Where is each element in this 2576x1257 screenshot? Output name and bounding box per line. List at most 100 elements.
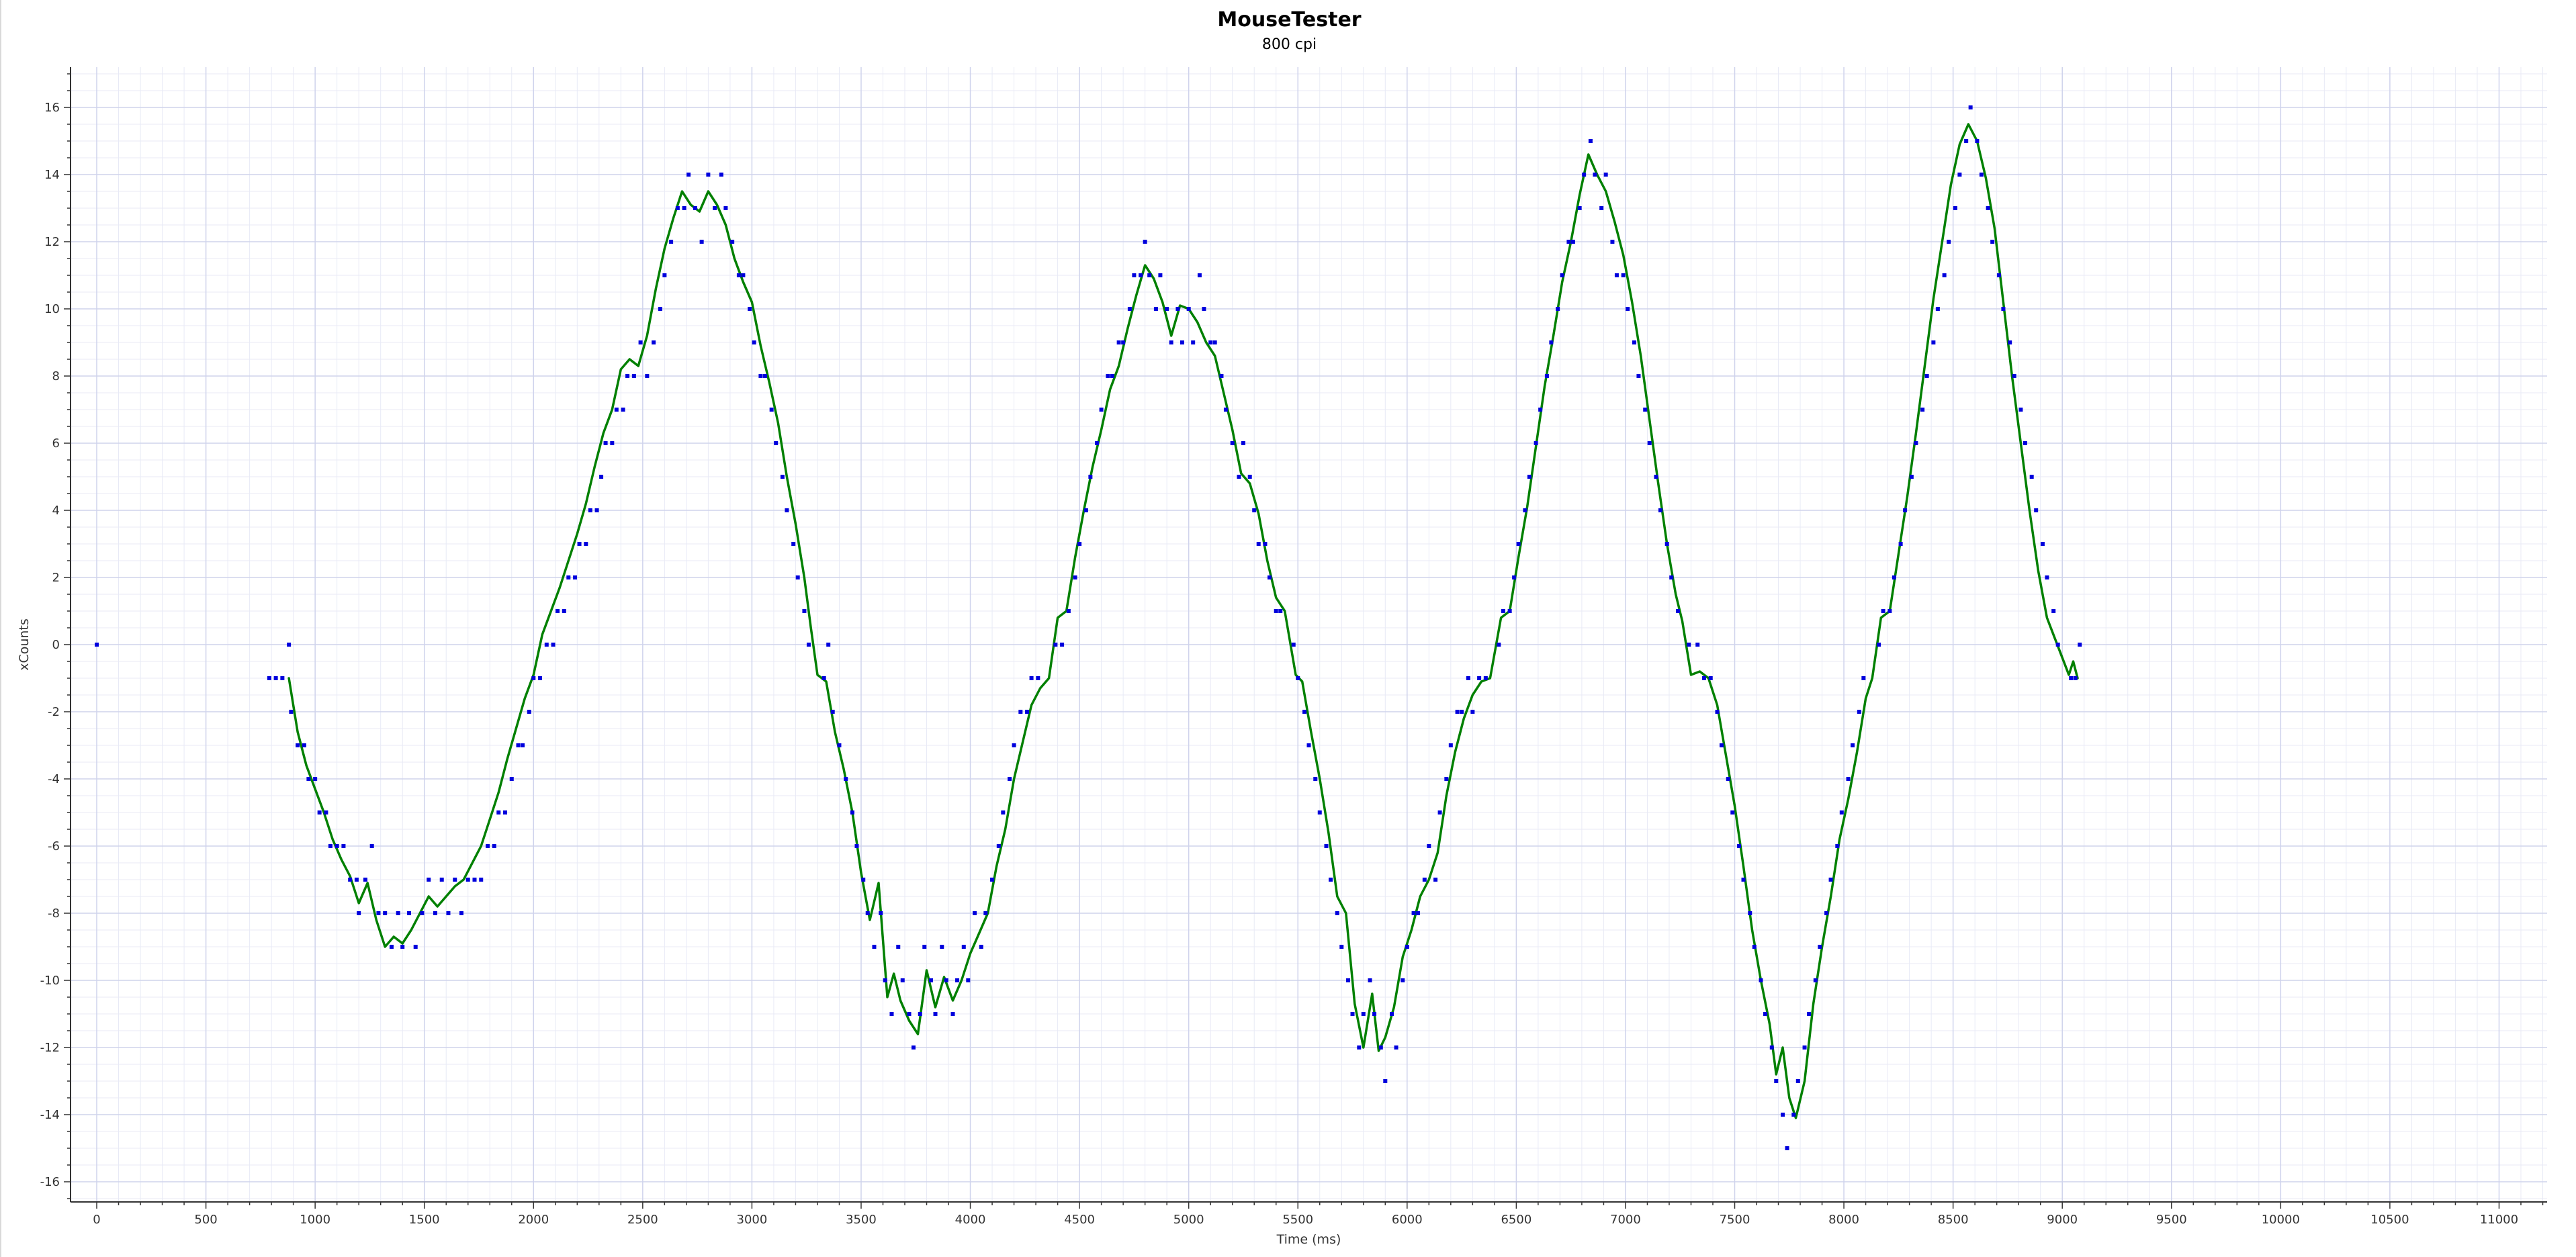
xcounts-point [1920, 408, 1925, 412]
xcounts-point [521, 743, 525, 747]
xcounts-point [1582, 173, 1587, 177]
xcounts-point [940, 945, 944, 949]
xcounts-point [1368, 978, 1372, 982]
x-tick-label: 2000 [518, 1213, 549, 1227]
xcounts-point [465, 878, 470, 882]
xcounts-point [1577, 206, 1582, 210]
xcounts-point [1401, 978, 1405, 982]
xcounts-point [1986, 206, 1990, 210]
xcounts-point [1626, 307, 1630, 311]
xcounts-point [1186, 307, 1191, 311]
xcounts-point [1036, 676, 1040, 680]
xcounts-point [313, 777, 318, 781]
x-tick-label: 9000 [2047, 1213, 2078, 1227]
major-gridlines [71, 67, 2547, 1202]
xcounts-point [769, 408, 774, 412]
xcounts-point [1964, 139, 1969, 143]
xcounts-point [1720, 743, 1724, 747]
xcounts-point [1357, 1045, 1362, 1050]
xcounts-point [675, 206, 680, 210]
xcounts-point [907, 1012, 912, 1016]
y-axis-label: xCounts [17, 618, 32, 671]
xcounts-point [1560, 273, 1564, 277]
xcounts-point [693, 206, 697, 210]
xcounts-point [1339, 945, 1344, 949]
xcounts-point [918, 1012, 922, 1016]
y-tick-label: 6 [52, 436, 60, 451]
xcounts-point [1669, 575, 1674, 579]
xcounts-point [1302, 710, 1306, 714]
xcounts-point [1223, 408, 1228, 412]
xcounts-point [1180, 340, 1184, 344]
xcounts-point [287, 643, 292, 647]
xcounts-point [1570, 240, 1575, 244]
xcounts-point [2069, 676, 2074, 680]
xcounts-point [1025, 710, 1030, 714]
x-tick-label: 4000 [955, 1213, 986, 1227]
xcounts-point [1012, 743, 1016, 747]
x-tick-label: 11000 [2480, 1213, 2518, 1227]
xcounts-point [588, 508, 592, 512]
xcounts-point [652, 340, 656, 344]
scatter-line-plot: 0 500 1000 1500 2000 2500 3000 3500 4000 4500 5000… [17, 67, 2547, 1247]
xcounts-point [1437, 810, 1442, 814]
xcounts-point [1241, 441, 1245, 445]
x-tick-label: 2500 [627, 1213, 658, 1227]
x-tick-label: 9500 [2156, 1213, 2187, 1227]
xcounts-point [699, 240, 704, 244]
y-tick-label: -10 [40, 974, 60, 988]
xcounts-point [472, 878, 477, 882]
y-tick-label: 12 [44, 235, 60, 249]
xcounts-point [1455, 710, 1460, 714]
xcounts-point [396, 911, 400, 915]
xcounts-point [883, 978, 887, 982]
xcounts-point [1313, 777, 1318, 781]
xcounts-point [758, 374, 763, 378]
xcounts-point [573, 575, 578, 579]
xcounts-point [1654, 475, 1658, 479]
xcounts-point [929, 978, 934, 982]
xcounts-point [996, 844, 1001, 848]
xcounts-point [1127, 307, 1132, 311]
xcounts-point [1237, 475, 1241, 479]
xcounts-point [1263, 542, 1268, 546]
xcounts-point [872, 945, 877, 949]
xcounts-point [1394, 1045, 1398, 1050]
xcounts-point [1807, 1012, 1812, 1016]
xcounts-point [594, 508, 599, 512]
xcounts-point [1996, 273, 2001, 277]
xcounts-point [1175, 307, 1180, 311]
xcounts-point [1593, 173, 1597, 177]
xcounts-point [1990, 240, 1995, 244]
xcounts-point [1942, 273, 1947, 277]
xcounts-point [531, 676, 536, 680]
xcounts-point [1979, 173, 1984, 177]
xcounts-point [865, 911, 870, 915]
xcounts-point [317, 810, 322, 814]
xcounts-point [1813, 978, 1818, 982]
xcounts-point [1968, 105, 1973, 109]
xcounts-point [2078, 643, 2082, 647]
xcounts-point [1169, 340, 1173, 344]
xcounts-point [1588, 139, 1593, 143]
y-tick-label: 10 [44, 302, 60, 316]
x-tick-label: 10000 [2262, 1213, 2300, 1227]
xcounts-point [376, 911, 381, 915]
xcounts-point [1887, 609, 1892, 613]
xcounts-point [614, 408, 619, 412]
xcounts-point [1898, 542, 1903, 546]
xcounts-point [1741, 878, 1746, 882]
xcounts-point [1903, 508, 1908, 512]
xcounts-point [1774, 1079, 1779, 1083]
xcounts-point [2023, 441, 2027, 445]
xcounts-point [1390, 1012, 1394, 1016]
xcounts-point [1099, 408, 1104, 412]
xcounts-point [1566, 240, 1571, 244]
xcounts-point [1914, 441, 1918, 445]
xcounts-point [1324, 844, 1329, 848]
xcounts-point [459, 911, 463, 915]
xcounts-point [1953, 206, 1957, 210]
xcounts-point [912, 1045, 916, 1050]
xcounts-point [1165, 307, 1169, 311]
xcounts-point [1931, 340, 1936, 344]
